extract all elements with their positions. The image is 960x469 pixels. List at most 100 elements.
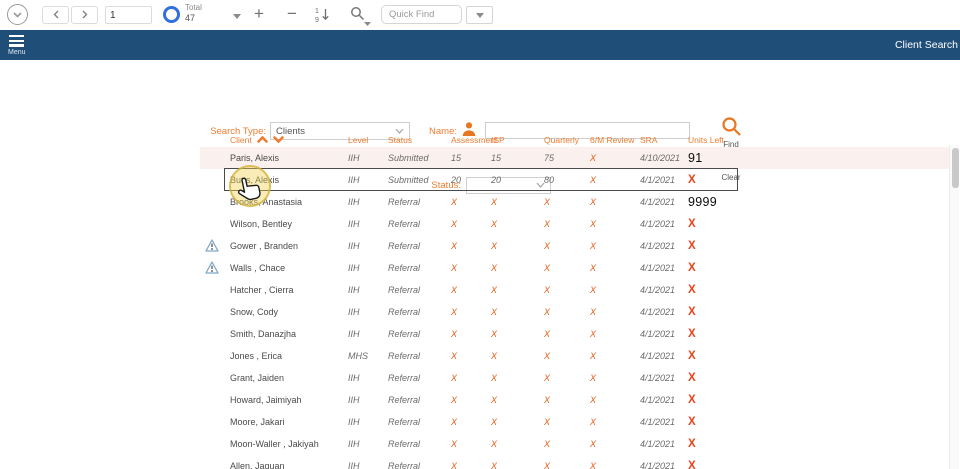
sra-cell: 4/1/2021 xyxy=(638,351,686,361)
previous-record-button[interactable] xyxy=(42,6,69,24)
scrollbar-thumb[interactable] xyxy=(952,148,959,188)
client-name-cell[interactable]: Snow, Cody xyxy=(228,307,346,317)
quarterly-cell: X xyxy=(542,241,588,251)
column-header-units-left: Units Left xyxy=(686,135,745,145)
total-value: 47 xyxy=(185,13,202,24)
chevron-down-icon xyxy=(476,10,484,20)
client-name-cell[interactable]: Hatcher , Cierra xyxy=(228,285,346,295)
client-name-cell[interactable]: Moon-Waller , Jakiyah xyxy=(228,439,346,449)
table-row[interactable]: Snow, Cody IIH Referral X X X X 4/1/2021… xyxy=(200,301,949,323)
isp-cell: X xyxy=(489,461,542,469)
sra-cell: 4/1/2021 xyxy=(638,197,686,207)
zoom-in-button[interactable]: + xyxy=(248,1,270,27)
sra-cell: 4/1/2021 xyxy=(638,461,686,469)
client-name-cell[interactable]: Butts, Alexis xyxy=(228,175,346,185)
quarterly-cell: X xyxy=(542,417,588,427)
status-cell: Referral xyxy=(386,461,449,469)
search-dropdown-caret-icon[interactable] xyxy=(364,18,371,28)
collapse-toolbar-button[interactable] xyxy=(7,4,28,25)
search-panel: Search Type: Clients Name: Program: Assi… xyxy=(0,60,960,133)
client-name-cell[interactable]: Gower , Branden xyxy=(228,241,346,251)
assessment-cell: 15 xyxy=(449,153,489,163)
sra-cell: 4/10/2021 xyxy=(638,153,686,163)
units-left-cell: X xyxy=(686,394,745,406)
units-left-cell: X xyxy=(686,240,745,252)
menu-label: Menu xyxy=(8,49,26,56)
table-row[interactable]: Jones , Erica MHS Referral X X X X 4/1/2… xyxy=(200,345,949,367)
table-row[interactable]: Smith, Danazjha IIH Referral X X X X 4/1… xyxy=(200,323,949,345)
units-left-cell: X xyxy=(686,174,745,186)
isp-cell: X xyxy=(489,285,542,295)
quarterly-cell: X xyxy=(542,307,588,317)
quarterly-cell: X xyxy=(542,197,588,207)
units-left-cell: X xyxy=(686,306,745,318)
chevron-down-icon xyxy=(13,10,22,20)
sra-cell: 4/1/2021 xyxy=(638,373,686,383)
quarterly-cell: 75 xyxy=(542,153,588,163)
sort-icon[interactable]: 19 xyxy=(314,6,331,25)
table-row[interactable]: Hatcher , Cierra IIH Referral X X X X 4/… xyxy=(200,279,949,301)
level-cell: IIH xyxy=(346,241,386,251)
assessment-cell: X xyxy=(449,395,489,405)
client-name-cell[interactable]: Brooks, Anastasia xyxy=(228,197,346,207)
client-table-body: Paris, Alexis IIH Submitted 15 15 75 X 4… xyxy=(200,147,949,469)
table-row[interactable]: Butts, Alexis IIH Submitted 20 20 80 X 4… xyxy=(200,169,949,191)
client-name-cell[interactable]: Allen, Jaquan xyxy=(228,461,346,469)
sra-cell: 4/1/2021 xyxy=(638,263,686,273)
table-row[interactable]: Brooks, Anastasia IIH Referral X X X X 4… xyxy=(200,191,949,213)
table-row[interactable]: Walls , Chace IIH Referral X X X X 4/1/2… xyxy=(200,257,949,279)
quick-find-field-select[interactable] xyxy=(466,6,493,24)
table-row[interactable]: Moon-Waller , Jakiyah IIH Referral X X X… xyxy=(200,433,949,455)
level-cell: IIH xyxy=(346,197,386,207)
table-row[interactable]: Allen, Jaquan IIH Referral X X X X 4/1/2… xyxy=(200,455,949,469)
client-header-label: Client xyxy=(230,135,252,145)
status-cell: Referral xyxy=(386,197,449,207)
client-name-cell[interactable]: Paris, Alexis xyxy=(228,153,346,163)
table-row[interactable]: Grant, Jaiden IIH Referral X X X X 4/1/2… xyxy=(200,367,949,389)
6m-review-cell: X xyxy=(588,395,638,405)
isp-cell: X xyxy=(489,263,542,273)
menu-bar: Menu Client Search xyxy=(0,30,960,60)
client-name-cell[interactable]: Smith, Danazjha xyxy=(228,329,346,339)
status-cell: Referral xyxy=(386,439,449,449)
units-left-cell: X xyxy=(686,372,745,384)
table-row[interactable]: Moore, Jakari IIH Referral X X X X 4/1/2… xyxy=(200,411,949,433)
6m-review-cell: X xyxy=(588,219,638,229)
6m-review-cell: X xyxy=(588,241,638,251)
client-name-cell[interactable]: Grant, Jaiden xyxy=(228,373,346,383)
status-cell: Referral xyxy=(386,373,449,383)
table-row[interactable]: Paris, Alexis IIH Submitted 15 15 75 X 4… xyxy=(200,147,949,169)
vertical-scrollbar[interactable] xyxy=(949,145,959,469)
total-dropdown-caret-icon[interactable] xyxy=(233,11,241,21)
client-name-cell[interactable]: Walls , Chace xyxy=(228,263,346,273)
table-row[interactable]: Howard, Jaimiyah IIH Referral X X X X 4/… xyxy=(200,389,949,411)
chevron-left-icon xyxy=(53,10,59,21)
record-number-input[interactable] xyxy=(105,6,152,24)
total-label: Total xyxy=(185,3,202,13)
client-name-cell[interactable]: Howard, Jaimiyah xyxy=(228,395,346,405)
quarterly-cell: X xyxy=(542,219,588,229)
isp-cell: X xyxy=(489,417,542,427)
sort-ascending-icon[interactable] xyxy=(257,135,268,145)
level-cell: IIH xyxy=(346,307,386,317)
client-name-cell[interactable]: Wilson, Bentley xyxy=(228,219,346,229)
level-cell: IIH xyxy=(346,373,386,383)
next-record-button[interactable] xyxy=(71,6,98,24)
table-row[interactable]: Wilson, Bentley IIH Referral X X X X 4/1… xyxy=(200,213,949,235)
zoom-out-button[interactable]: − xyxy=(281,1,303,27)
table-row[interactable]: Gower , Branden IIH Referral X X X X 4/1… xyxy=(200,235,949,257)
client-name-cell[interactable]: Moore, Jakari xyxy=(228,417,346,427)
top-toolbar: Total 47 + − 19 xyxy=(0,0,960,30)
hamburger-menu-icon[interactable] xyxy=(9,35,24,49)
column-header-client[interactable]: Client xyxy=(228,135,346,145)
level-cell: MHS xyxy=(346,351,386,361)
units-left-cell: X xyxy=(686,416,745,428)
level-cell: IIH xyxy=(346,153,386,163)
sra-cell: 4/1/2021 xyxy=(638,219,686,229)
6m-review-cell: X xyxy=(588,461,638,469)
search-icon[interactable] xyxy=(350,6,365,23)
client-name-cell[interactable]: Jones , Erica xyxy=(228,351,346,361)
sort-descending-icon[interactable] xyxy=(273,135,284,145)
quick-find-input[interactable] xyxy=(381,5,462,24)
isp-cell: X xyxy=(489,439,542,449)
